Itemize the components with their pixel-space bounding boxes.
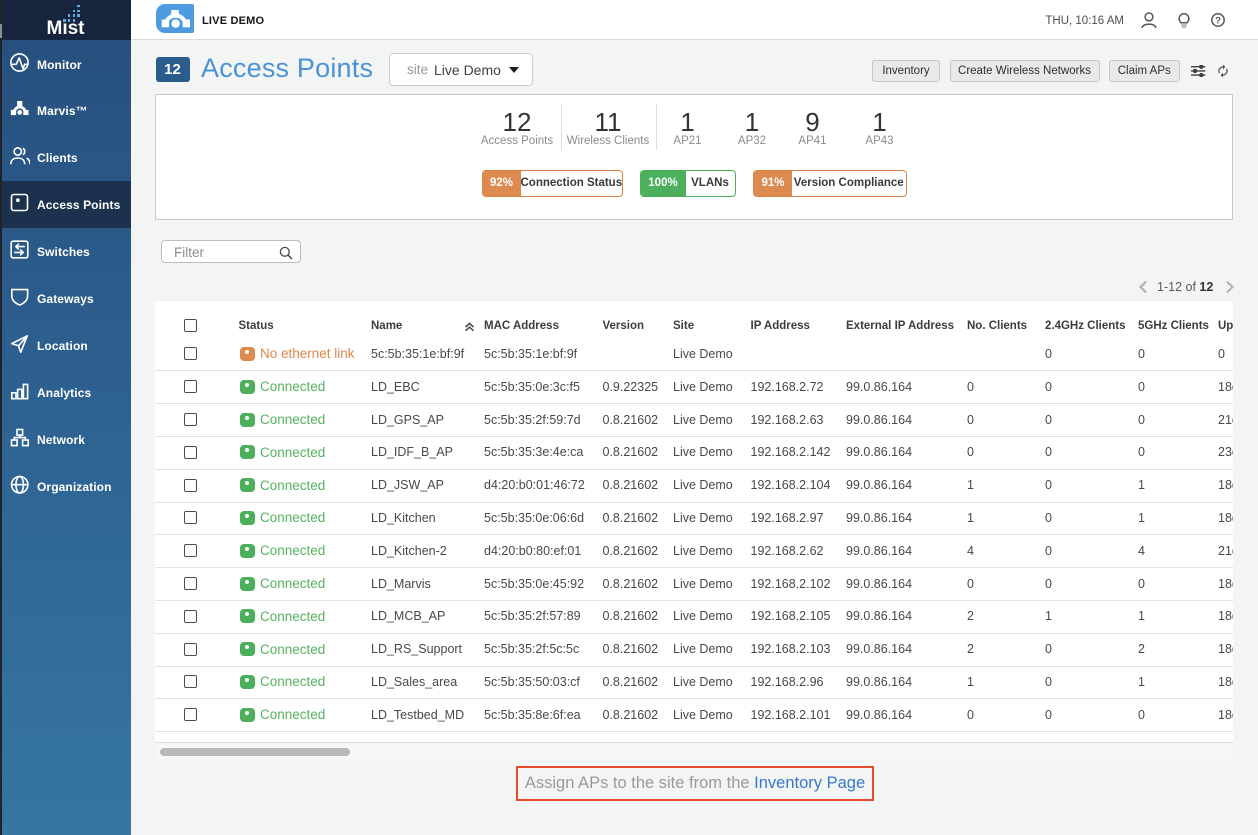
svg-text:?: ? — [1215, 16, 1221, 27]
